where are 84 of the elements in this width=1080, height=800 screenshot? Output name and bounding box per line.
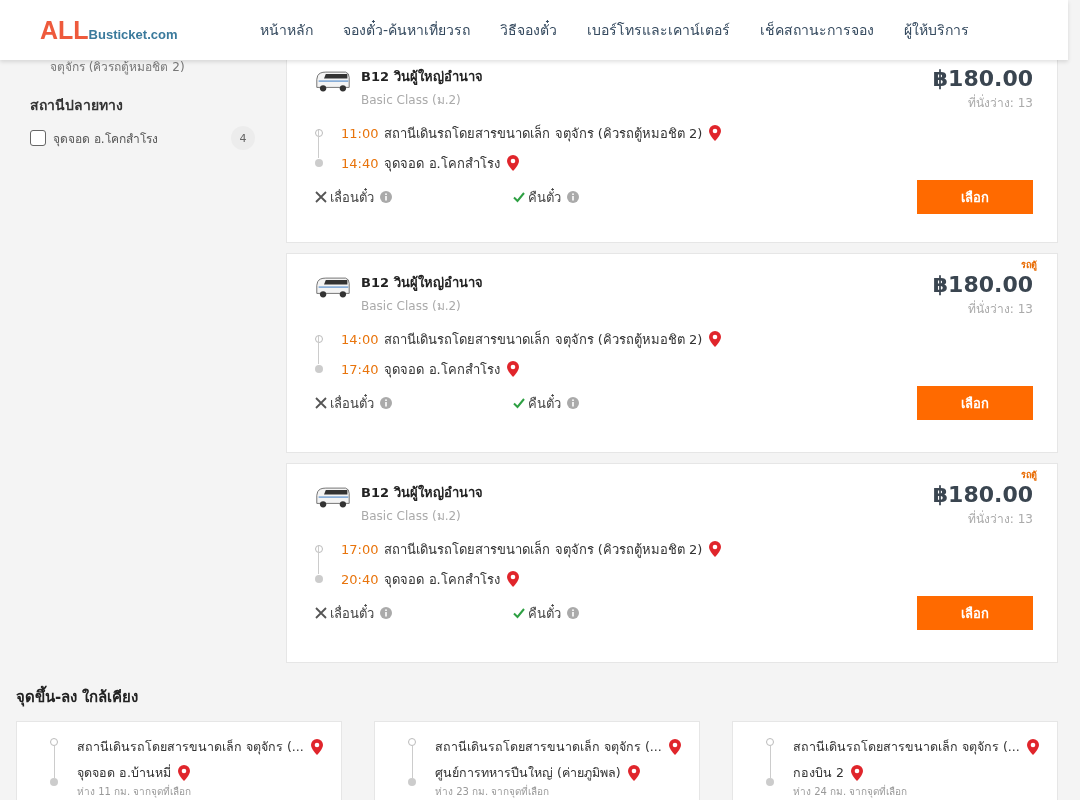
vehicle-type-label: รถตู้ [1021, 469, 1037, 482]
map-pin-icon[interactable] [176, 764, 191, 782]
nav-link[interactable]: วิธีจองตั๋ว [500, 19, 558, 41]
section-heading: จุดขึ้น-ลง ใกล้เคียง [16, 685, 1064, 709]
timeline-dot [50, 778, 58, 786]
distance-text: ห่าง 24 กม. จากจุดที่เลือก [793, 786, 909, 798]
timeline-dot [766, 738, 774, 746]
stop-name: สถานีเดินรถโดยสารขนาดเล็ก จตุจักร (... [793, 738, 1020, 757]
stop-name: จุดจอด อ.โคกสำโรง [384, 154, 500, 174]
policy-label: คืนตั๋ว [528, 187, 561, 207]
operator-name: B12 วินผู้ใหญ่อำนาจ [361, 273, 484, 293]
map-pin-icon[interactable] [505, 154, 520, 172]
nav-link[interactable]: จองตั๋ว-ค้นหาเที่ยวรถ [343, 19, 471, 41]
map-pin-icon[interactable] [626, 764, 641, 782]
departure-time: 14:40 [341, 155, 379, 171]
stop-name: สถานีเดินรถโดยสารขนาดเล็ก จตุจักร (... [77, 738, 304, 757]
stop-name: สถานีเดินรถโดยสารขนาดเล็ก จตุจักร (คิวรถตู้หมอชิต 2) [384, 539, 703, 560]
map-pin-icon[interactable] [1025, 738, 1040, 756]
van-icon [315, 276, 351, 300]
seats-available: ที่นั่งว่าง: 13 [966, 93, 1033, 112]
operator-name: B12 วินผู้ใหญ่อำนาจ [361, 67, 484, 87]
seats-available: ที่นั่งว่าง: 13 [966, 509, 1033, 528]
map-pin-icon[interactable] [667, 738, 682, 756]
map-pin-icon[interactable] [708, 330, 723, 348]
checkbox[interactable] [30, 130, 46, 146]
timeline-dot [315, 545, 323, 553]
stop-name: สถานีเดินรถโดยสารขนาดเล็ก จตุจักร (... [435, 738, 662, 757]
vehicle-type-label: รถตู้ [1021, 259, 1037, 272]
timeline-dot [315, 159, 323, 167]
timeline-dot [315, 365, 323, 373]
timeline-dot [315, 575, 323, 583]
nearby-card[interactable]: สถานีเดินรถโดยสารขนาดเล็ก จตุจักร (... ศูนย์การทหารปืนใหญ่ (ค่ายภูมิพล) ห่าง 23 กม. จากจุดที่เลือก [374, 721, 700, 800]
stop-name: จุดจอด อ.บ้านหมี่ [77, 763, 171, 783]
map-pin-icon[interactable] [505, 570, 520, 588]
map-pin-icon[interactable] [849, 764, 864, 782]
stop-name: จุดจอด อ.โคกสำโรง [384, 360, 500, 380]
departure-time: 17:00 [341, 541, 379, 557]
distance-text: ห่าง 11 กม. จากจุดที่เลือก [77, 786, 193, 798]
count-badge: 4 [231, 126, 255, 150]
price: ฿180.00 [932, 272, 1033, 297]
departure-time: 11:00 [341, 125, 379, 141]
nav-link[interactable]: เบอร์โทรและเคาน์เตอร์ [587, 19, 731, 41]
timeline-dot [50, 738, 58, 746]
map-pin-icon[interactable] [505, 360, 520, 378]
timeline-dot [315, 335, 323, 343]
nearby-card[interactable]: สถานีเดินรถโดยสารขนาดเล็ก จตุจักร (... จุดจอด อ.บ้านหมี่ ห่าง 11 กม. จากจุดที่เลือก [16, 721, 342, 800]
policy-label: คืนตั๋ว [528, 603, 561, 623]
departure-time: 20:40 [341, 571, 379, 587]
filter-label[interactable]: จุดจอด อ.โคกสำโรง [53, 128, 231, 148]
distance-text: ห่าง 23 กม. จากจุดที่เลือก [435, 786, 551, 798]
price: ฿180.00 [932, 66, 1033, 91]
map-pin-icon[interactable] [708, 124, 723, 142]
nav-link[interactable]: ผู้ให้บริการ [904, 19, 970, 41]
bus-class: Basic Class (ม.2) [361, 508, 462, 525]
nav-link[interactable]: เช็คสถานะการจอง [760, 19, 875, 41]
policy-label: เลื่อนตั๋ว [330, 393, 374, 413]
bus-class: Basic Class (ม.2) [361, 92, 462, 109]
map-pin-icon[interactable] [309, 738, 324, 756]
operator-name: B12 วินผู้ใหญ่อำนาจ [361, 483, 484, 503]
stop-name: กองบิน 2 [793, 764, 844, 782]
map-pin-icon[interactable] [708, 540, 723, 558]
policy-label: เลื่อนตั๋ว [330, 187, 374, 207]
van-icon [315, 486, 351, 510]
timeline-dot [408, 778, 416, 786]
section-heading: สถานีปลายทาง [30, 96, 124, 115]
departure-time: 17:40 [341, 361, 379, 377]
stop-name: จุดจอด อ.โคกสำโรง [384, 570, 500, 590]
filter-label: จตุจักร (คิวรถตู้หมอชิต 2) [50, 60, 186, 74]
policy-label: คืนตั๋ว [528, 393, 561, 413]
stop-name: สถานีเดินรถโดยสารขนาดเล็ก จตุจักร (คิวรถตู้หมอชิต 2) [384, 329, 703, 350]
logo[interactable]: ALLBusticket.com [40, 15, 230, 45]
bus-class: Basic Class (ม.2) [361, 298, 462, 315]
stop-name: สถานีเดินรถโดยสารขนาดเล็ก จตุจักร (คิวรถตู้หมอชิต 2) [384, 123, 703, 144]
nearby-card[interactable]: สถานีเดินรถโดยสารขนาดเล็ก จตุจักร (... กองบิน 2 ห่าง 24 กม. จากจุดที่เลือก [732, 721, 1058, 800]
nav-link[interactable]: หน้าหลัก [260, 19, 313, 41]
stop-name: ศูนย์การทหารปืนใหญ่ (ค่ายภูมิพล) [435, 764, 621, 783]
policy-label: เลื่อนตั๋ว [330, 603, 374, 623]
timeline-dot [766, 778, 774, 786]
timeline-dot [315, 129, 323, 137]
van-icon [315, 70, 351, 94]
departure-time: 14:00 [341, 331, 379, 347]
price: ฿180.00 [932, 482, 1033, 507]
seats-available: ที่นั่งว่าง: 13 [966, 299, 1033, 318]
timeline-dot [408, 738, 416, 746]
